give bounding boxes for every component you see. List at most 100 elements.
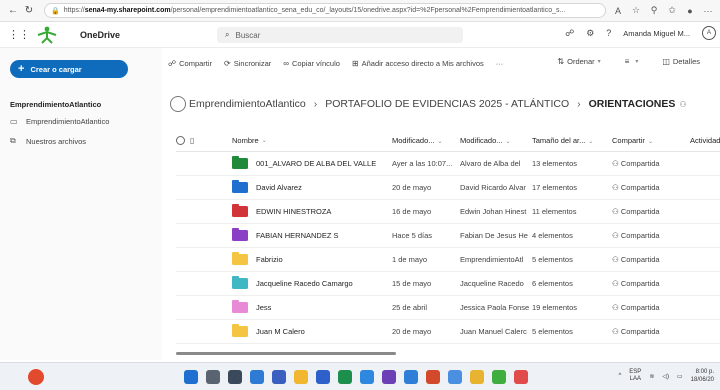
- app-icon[interactable]: [514, 370, 528, 384]
- powerpoint-icon[interactable]: [426, 370, 440, 384]
- file-explorer-icon[interactable]: [294, 370, 308, 384]
- outlook-icon[interactable]: [404, 370, 418, 384]
- row-name[interactable]: Jacqueline Racedo Camargo: [256, 279, 353, 288]
- table-row[interactable]: Juan M Calero 20 de mayo Juan Manuel Caler…: [176, 320, 720, 344]
- breadcrumb-parent[interactable]: PORTAFOLIO DE EVIDENCIAS 2025 - ATLÁNTIC…: [325, 98, 569, 110]
- user-name[interactable]: Amanda Miguel M...: [623, 29, 690, 38]
- row-sharing[interactable]: ⚇ Compartida: [612, 303, 690, 312]
- row-name-cell[interactable]: Juan M Calero: [208, 324, 392, 337]
- gear-icon[interactable]: ⚙: [586, 28, 594, 39]
- row-name-cell[interactable]: David Alvarez: [208, 180, 392, 193]
- row-sharing[interactable]: ⚇ Compartida: [612, 327, 690, 336]
- app-icon[interactable]: [360, 370, 374, 384]
- select-all-checkbox[interactable]: [176, 136, 185, 145]
- column-sharing[interactable]: Compartir ⌄: [612, 136, 690, 145]
- row-name[interactable]: FABIAN HERNANDEZ S: [256, 231, 339, 240]
- app-icon[interactable]: [492, 370, 506, 384]
- row-name[interactable]: Fabrizio: [256, 255, 283, 264]
- row-sharing[interactable]: ⚇ Compartida: [612, 207, 690, 216]
- wifi-icon[interactable]: ≋: [649, 373, 654, 380]
- avatar[interactable]: A: [702, 26, 716, 40]
- excel-icon[interactable]: [338, 370, 352, 384]
- row-name[interactable]: Juan M Calero: [256, 327, 305, 336]
- edge-icon[interactable]: [250, 370, 264, 384]
- chevron-up-icon[interactable]: ^: [618, 373, 621, 379]
- share-button[interactable]: ☍ Compartir: [168, 59, 212, 68]
- word-icon[interactable]: [316, 370, 330, 384]
- language-indicator[interactable]: ESP LAA: [629, 369, 641, 383]
- row-sharing[interactable]: ⚇ Compartida: [612, 279, 690, 288]
- breadcrumb-root[interactable]: EmprendimientoAtlantico: [189, 98, 306, 110]
- column-modified[interactable]: Modificado... ⌄: [392, 136, 460, 145]
- row-name[interactable]: David Alvarez: [256, 183, 302, 192]
- battery-icon[interactable]: ▭: [677, 373, 683, 380]
- row-name-cell[interactable]: Jacqueline Racedo Camargo: [208, 276, 392, 289]
- column-name[interactable]: Nombre ⌄: [208, 136, 392, 145]
- row-name[interactable]: EDWIN HINESTROZA: [256, 207, 331, 216]
- search-input[interactable]: ⌕ Buscar: [217, 27, 463, 43]
- column-size[interactable]: Tamaño del ar... ⌄: [532, 136, 612, 145]
- task-view-icon[interactable]: [228, 370, 242, 384]
- table-row[interactable]: EDWIN HINESTROZA 16 de mayo Edwin Johan Hi…: [176, 200, 720, 224]
- create-upload-button[interactable]: + Crear o cargar: [10, 60, 128, 78]
- sidebar-item-library[interactable]: ▭ EmprendimientoAtlantico: [10, 117, 109, 126]
- folder-icon: [232, 156, 248, 169]
- folder-outline-icon: ▭: [10, 117, 18, 126]
- more-commands-button[interactable]: ···: [496, 59, 504, 68]
- table-row[interactable]: Jacqueline Racedo Camargo 15 de mayo Jacqu…: [176, 272, 720, 296]
- row-modified: 20 de mayo: [392, 183, 432, 192]
- table-row[interactable]: Fabrizio 1 de mayo EmprendimientoAtl 5 elem…: [176, 248, 720, 272]
- sync-button[interactable]: ⟳ Sincronizar: [224, 59, 271, 68]
- sidebar-item-our-files[interactable]: ⧉ Nuestros archivos: [10, 136, 86, 146]
- row-name[interactable]: 001_ALVARO DE ALBA DEL VALLE: [256, 159, 376, 168]
- read-aloud-icon[interactable]: A: [612, 6, 624, 16]
- file-type-icon[interactable]: ▯: [190, 136, 194, 145]
- app-name[interactable]: OneDrive: [80, 30, 120, 40]
- address-bar[interactable]: 🔒 https://sena4-my.sharepoint.com/person…: [44, 3, 606, 18]
- row-sharing[interactable]: ⚇ Compartida: [612, 183, 690, 192]
- back-icon[interactable]: ←: [6, 4, 20, 18]
- extensions-icon[interactable]: ⚲: [648, 5, 660, 16]
- weather-widget-icon[interactable]: [28, 369, 44, 385]
- table-row[interactable]: David Alvarez 20 de mayo David Ricardo Alv…: [176, 176, 720, 200]
- add-shortcut-button[interactable]: ⊞ Añadir acceso directo a Mis archivos: [352, 59, 484, 68]
- row-sharing[interactable]: ⚇ Compartida: [612, 255, 690, 264]
- column-activity[interactable]: Actividad: [690, 136, 720, 145]
- view-options-button[interactable]: ≡ ▾: [625, 57, 639, 66]
- details-button[interactable]: ◫ Detalles: [662, 57, 700, 66]
- horizontal-scrollbar[interactable]: [176, 352, 396, 355]
- copy-link-button[interactable]: ∞ Copiar vínculo: [283, 59, 340, 68]
- table-row[interactable]: 001_ALVARO DE ALBA DEL VALLE Ayer a las 1…: [176, 152, 720, 176]
- column-modified-by[interactable]: Modificado... ⌄: [460, 136, 532, 145]
- help-icon[interactable]: ?: [606, 28, 611, 38]
- share-icon[interactable]: ☍: [565, 28, 574, 39]
- favorite-star-icon[interactable]: ☆: [630, 5, 642, 16]
- app-launcher-icon[interactable]: ⋮⋮: [8, 28, 30, 41]
- search-icon[interactable]: [206, 370, 220, 384]
- table-row[interactable]: FABIAN HERNANDEZ S Hace 5 días Fabian De J…: [176, 224, 720, 248]
- browser-toolbar: ← ↻ 🔒 https://sena4-my.sharepoint.com/pe…: [0, 0, 720, 22]
- row-name-cell[interactable]: Fabrizio: [208, 252, 392, 265]
- chevron-down-icon: ▾: [635, 59, 639, 65]
- store-icon[interactable]: [272, 370, 286, 384]
- row-name-cell[interactable]: Jess: [208, 300, 392, 313]
- start-icon[interactable]: [184, 370, 198, 384]
- row-name-cell[interactable]: 001_ALVARO DE ALBA DEL VALLE: [208, 156, 392, 169]
- chevron-down-icon: ⌄: [647, 139, 653, 145]
- row-name-cell[interactable]: EDWIN HINESTROZA: [208, 204, 392, 217]
- row-sharing[interactable]: ⚇ Compartida: [612, 159, 690, 168]
- profile-icon[interactable]: ●: [684, 6, 696, 16]
- table-row[interactable]: Jess 25 de abril Jessica Paola Fonse 19 ele…: [176, 296, 720, 320]
- row-name[interactable]: Jess: [256, 303, 271, 312]
- onedrive-icon[interactable]: [448, 370, 462, 384]
- reload-icon[interactable]: ↻: [22, 4, 36, 18]
- more-icon[interactable]: ···: [702, 6, 714, 16]
- sort-button[interactable]: ⇅ Ordenar ▾: [557, 57, 600, 66]
- chrome-icon[interactable]: [470, 370, 484, 384]
- volume-icon[interactable]: ◁): [662, 373, 669, 380]
- favorites-icon[interactable]: ✩: [666, 5, 678, 16]
- row-name-cell[interactable]: FABIAN HERNANDEZ S: [208, 228, 392, 241]
- clock[interactable]: 8:00 p. 18/06/20: [691, 368, 714, 384]
- teams-icon[interactable]: [382, 370, 396, 384]
- row-sharing[interactable]: ⚇ Compartida: [612, 231, 690, 240]
